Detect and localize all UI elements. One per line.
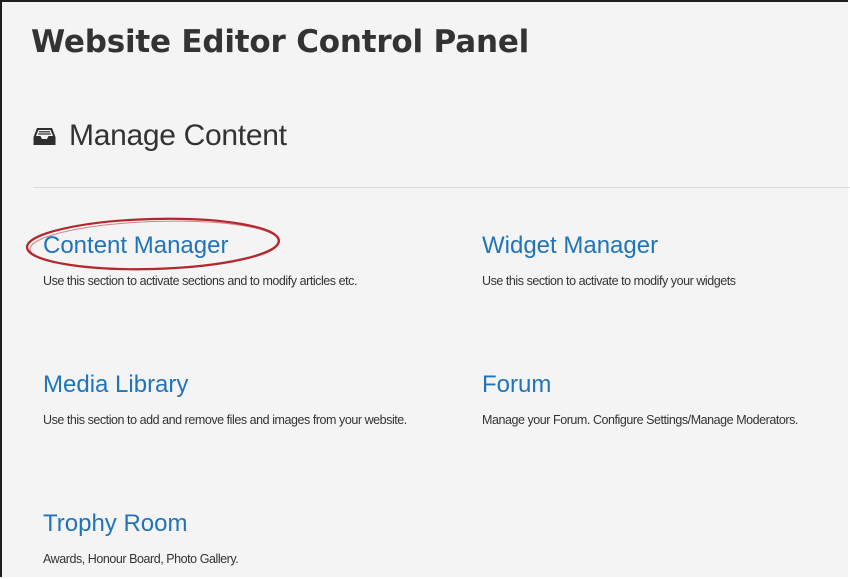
divider [33, 187, 850, 188]
media-library-link[interactable]: Media Library [43, 371, 188, 399]
trophy-room-item: Trophy Room Awards, Honour Board, Photo … [43, 510, 403, 571]
widget-manager-item: Widget Manager Use this section to activ… [482, 232, 842, 293]
widget-manager-description: Use this section to activate to modify y… [482, 274, 736, 288]
forum-description: Manage your Forum. Configure Settings/Ma… [482, 413, 798, 427]
section-header: Manage Content [33, 116, 287, 156]
section-title: Manage Content [69, 119, 287, 152]
content-manager-link[interactable]: Content Manager [43, 232, 228, 260]
trophy-room-description: Awards, Honour Board, Photo Gallery. [43, 552, 239, 566]
page-title: Website Editor Control Panel [31, 24, 530, 60]
media-library-item: Media Library Use this section to add an… [43, 371, 423, 432]
inbox-icon [33, 127, 56, 145]
forum-item: Forum Manage your Forum. Configure Setti… [482, 371, 827, 432]
widget-manager-link[interactable]: Widget Manager [482, 232, 658, 260]
content-manager-item: Content Manager Use this section to acti… [43, 232, 403, 293]
content-manager-description: Use this section to activate sections an… [43, 274, 357, 288]
trophy-room-link[interactable]: Trophy Room [43, 510, 188, 538]
forum-link[interactable]: Forum [482, 371, 551, 399]
control-panel: Website Editor Control Panel Manage Cont… [0, 0, 850, 577]
media-library-description: Use this section to add and remove files… [43, 413, 407, 427]
